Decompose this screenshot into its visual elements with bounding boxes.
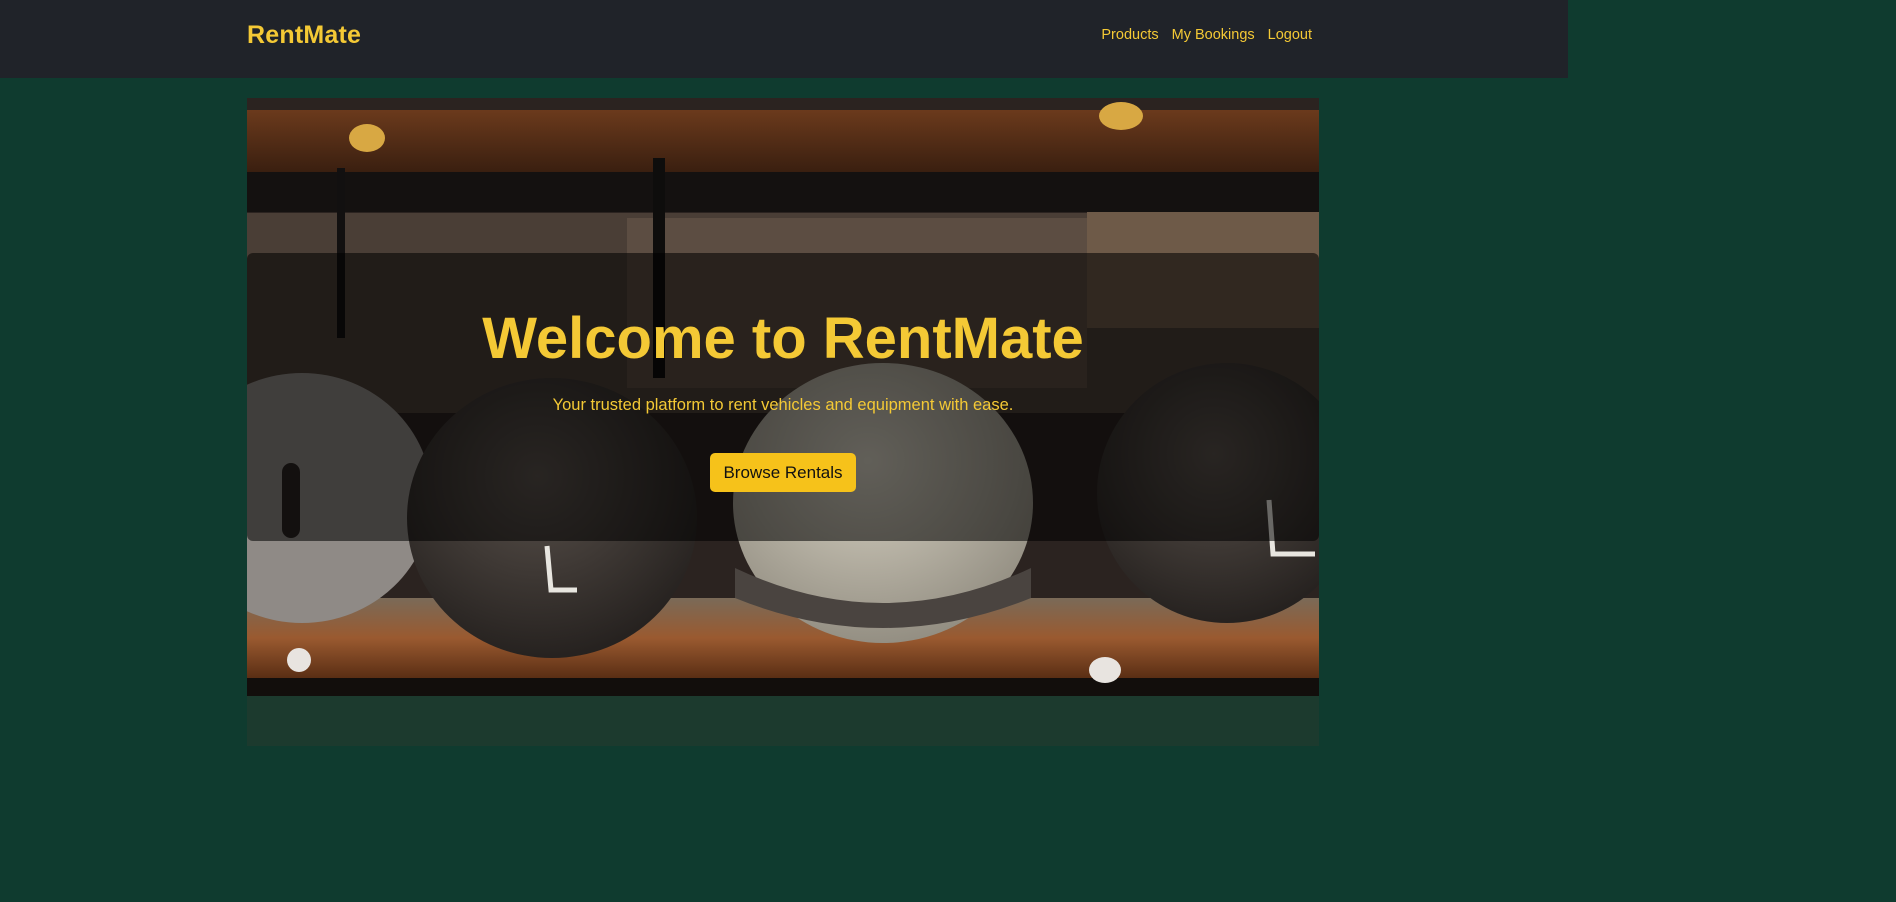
nav-links: Products My Bookings Logout: [1101, 27, 1312, 43]
nav-my-bookings-link[interactable]: My Bookings: [1172, 27, 1255, 43]
hero-section: Welcome to RentMate Your trusted platfor…: [247, 98, 1319, 696]
browse-rentals-button[interactable]: Browse Rentals: [710, 453, 856, 492]
content-section: [247, 696, 1319, 746]
hero-subtitle: Your trusted platform to rent vehicles a…: [552, 396, 1014, 414]
nav-logout-link[interactable]: Logout: [1268, 27, 1312, 43]
brand-logo[interactable]: RentMate: [247, 21, 361, 50]
nav-products-link[interactable]: Products: [1101, 27, 1158, 43]
navbar: RentMate Products My Bookings Logout: [0, 0, 1568, 78]
hero-title: Welcome to RentMate: [482, 306, 1084, 371]
